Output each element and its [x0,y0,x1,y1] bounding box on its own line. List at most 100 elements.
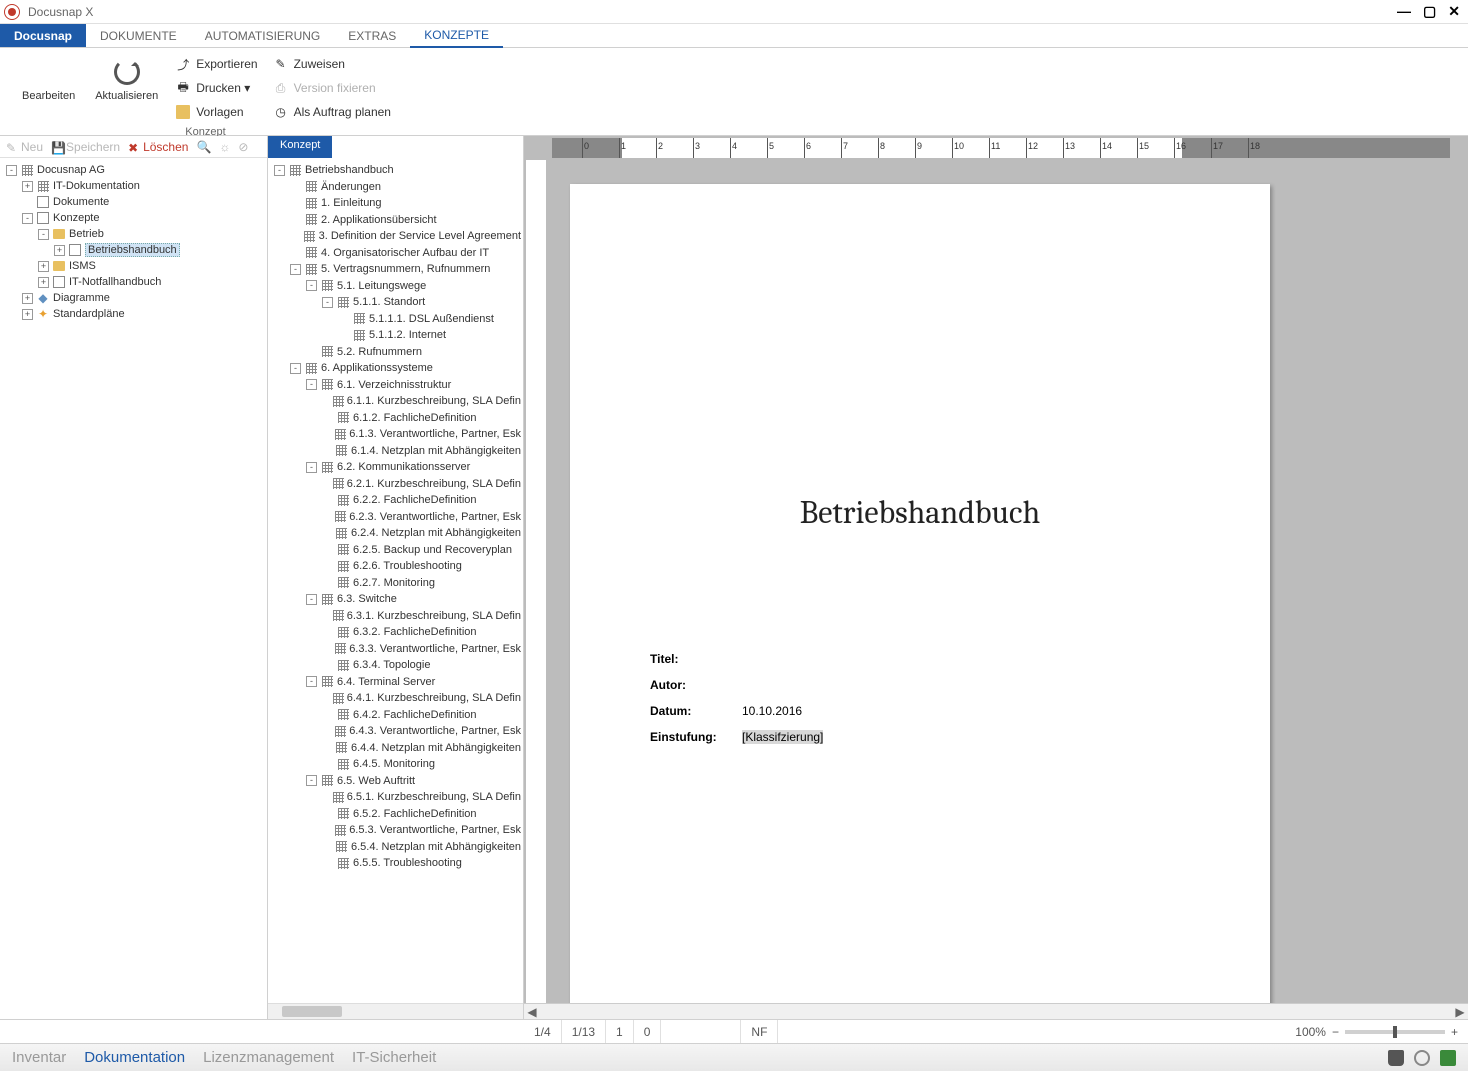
tree-node[interactable]: -Betrieb [2,226,265,242]
expand-icon[interactable]: + [22,181,33,192]
collapse-icon[interactable]: - [306,775,317,786]
tree-node[interactable]: 6.1.1. Kurzbeschreibung, SLA Defin [270,393,521,410]
collapse-icon[interactable]: - [306,594,317,605]
ribbon-tab-automatisierung[interactable]: AUTOMATISIERUNG [191,24,335,47]
ribbon-tab-extras[interactable]: EXTRAS [334,24,410,47]
collapse-icon[interactable]: - [290,264,301,275]
tree-node[interactable]: 6.4.4. Netzplan mit Abhängigkeiten [270,740,521,757]
ribbon-app-tab[interactable]: Docusnap [0,24,86,47]
tree-node[interactable]: 5.2. Rufnummern [270,344,521,361]
tree-node[interactable]: 6.1.3. Verantwortliche, Partner, Esk [270,426,521,443]
collapse-icon[interactable]: - [306,379,317,390]
expand-icon[interactable]: + [22,293,33,304]
tree-node[interactable]: 6.4.5. Monitoring [270,756,521,773]
collapse-icon[interactable]: - [6,165,17,176]
zoom-slider[interactable] [1345,1030,1445,1034]
schedule-button[interactable]: ◷Als Auftrag planen [274,102,391,122]
minimize-button[interactable]: — [1397,3,1411,20]
tree-node[interactable]: 6.5.5. Troubleshooting [270,855,521,872]
tree-node[interactable]: +Betriebshandbuch [2,242,265,258]
tree-node[interactable]: 6.4.3. Verantwortliche, Partner, Esk [270,723,521,740]
tree-node[interactable]: -6.4. Terminal Server [270,674,521,691]
concept-tree[interactable]: -BetriebshandbuchÄnderungen1. Einleitung… [268,158,523,1003]
tree-node[interactable]: 6.3.3. Verantwortliche, Partner, Esk [270,641,521,658]
assign-button[interactable]: ✎Zuweisen [274,54,391,74]
tree-node[interactable]: -6.1. Verzeichnisstruktur [270,377,521,394]
collapse-icon[interactable]: - [38,229,49,240]
tree-node[interactable]: -6. Applikationssysteme [270,360,521,377]
tree-node[interactable]: 6.4.2. FachlicheDefinition [270,707,521,724]
print-button[interactable]: 🖶Drucken ▾ [176,78,257,98]
tree-node[interactable]: 6.2.6. Troubleshooting [270,558,521,575]
tree-node[interactable]: 6.2.1. Kurzbeschreibung, SLA Defin [270,476,521,493]
tree-node[interactable]: 6.2.3. Verantwortliche, Partner, Esk [270,509,521,526]
horizontal-ruler[interactable]: 0123456789101112131415161718 [552,138,1450,158]
bottom-nav-dokumentation[interactable]: Dokumentation [84,1049,185,1066]
concept-tab[interactable]: Konzept [268,136,332,158]
scroll-left-icon[interactable]: ◀ [524,1004,540,1019]
tree-node[interactable]: 6.3.4. Topologie [270,657,521,674]
tree-node[interactable]: +ISMS [2,258,265,274]
tree-node[interactable]: -Betriebshandbuch [270,162,521,179]
tree-node[interactable]: 6.1.2. FachlicheDefinition [270,410,521,427]
tree-node[interactable]: 6.5.4. Netzplan mit Abhängigkeiten [270,839,521,856]
maximize-button[interactable]: ▢ [1423,3,1436,20]
tree-node[interactable]: 4. Organisatorischer Aufbau der IT [270,245,521,262]
tree-node[interactable]: -6.2. Kommunikationsserver [270,459,521,476]
tree-node[interactable]: 6.5.3. Verantwortliche, Partner, Esk [270,822,521,839]
search-button[interactable]: 🔍 [196,140,211,154]
delete-button[interactable]: ✖Löschen [128,140,188,154]
doc-horizontal-scrollbar[interactable]: ◀ ▶ [524,1003,1468,1019]
collapse-icon[interactable]: - [306,676,317,687]
tree-node[interactable]: 6.4.1. Kurzbeschreibung, SLA Defin [270,690,521,707]
tree-node[interactable]: 6.2.4. Netzplan mit Abhängigkeiten [270,525,521,542]
tree-node[interactable]: 6.5.2. FachlicheDefinition [270,806,521,823]
collapse-icon[interactable]: - [290,363,301,374]
tree-node[interactable]: -Konzepte [2,210,265,226]
tree-node[interactable]: Dokumente [2,194,265,210]
expand-icon[interactable]: + [38,261,49,272]
tree-node[interactable]: +◆Diagramme [2,290,265,306]
tree-node[interactable]: Änderungen [270,179,521,196]
collapse-icon[interactable]: - [306,280,317,291]
templates-button[interactable]: Vorlagen [176,102,257,122]
tree-node[interactable]: 2. Applikationsübersicht [270,212,521,229]
horizontal-scrollbar[interactable] [268,1003,523,1019]
tree-node[interactable]: -5. Vertragsnummern, Rufnummern [270,261,521,278]
bottom-nav-inventar[interactable]: Inventar [12,1049,66,1066]
tree-node[interactable]: 6.3.2. FachlicheDefinition [270,624,521,641]
tree-node[interactable]: 6.3.1. Kurzbeschreibung, SLA Defin [270,608,521,625]
tree-node[interactable]: 3. Definition der Service Level Agreemen… [270,228,521,245]
tree-node[interactable]: 6.5.1. Kurzbeschreibung, SLA Defin [270,789,521,806]
zoom-out-button[interactable]: − [1332,1025,1339,1039]
tree-node[interactable]: 5.1.1.1. DSL Außendienst [270,311,521,328]
close-button[interactable]: ✕ [1448,3,1460,20]
tree-node[interactable]: -5.1.1. Standort [270,294,521,311]
tree-node[interactable]: 6.2.7. Monitoring [270,575,521,592]
expand-icon[interactable]: + [22,309,33,320]
bottom-nav-lizenzmanagement[interactable]: Lizenzmanagement [203,1049,334,1066]
save-icon[interactable] [1440,1050,1456,1066]
collapse-icon[interactable]: - [322,297,333,308]
tree-node[interactable]: 5.1.1.2. Internet [270,327,521,344]
edit-button[interactable]: Bearbeiten [14,52,83,124]
tree-node[interactable]: -5.1. Leitungswege [270,278,521,295]
zoom-in-button[interactable]: + [1451,1025,1458,1039]
tree-node[interactable]: +✦Standardpläne [2,306,265,322]
scroll-right-icon[interactable]: ▶ [1452,1004,1468,1019]
collapse-icon[interactable]: - [22,213,33,224]
expand-icon[interactable]: + [38,277,49,288]
tree-node[interactable]: -Docusnap AG [2,162,265,178]
tree-node[interactable]: 6.2.2. FachlicheDefinition [270,492,521,509]
collapse-icon[interactable]: - [306,462,317,473]
tree-node[interactable]: 1. Einleitung [270,195,521,212]
zoom-control[interactable]: 100% − + [1285,1025,1468,1039]
collapse-icon[interactable]: - [274,165,285,176]
document-area[interactable]: Betriebshandbuch Titel: Autor: Datum:10.… [524,160,1468,1003]
refresh-button[interactable]: Aktualisieren [87,52,166,124]
tree-node[interactable]: 6.1.4. Netzplan mit Abhängigkeiten [270,443,521,460]
ribbon-tab-dokumente[interactable]: DOKUMENTE [86,24,191,47]
export-button[interactable]: ⤴Exportieren [176,54,257,74]
ribbon-tab-konzepte[interactable]: KONZEPTE [410,24,503,48]
tree-node[interactable]: +IT-Notfallhandbuch [2,274,265,290]
